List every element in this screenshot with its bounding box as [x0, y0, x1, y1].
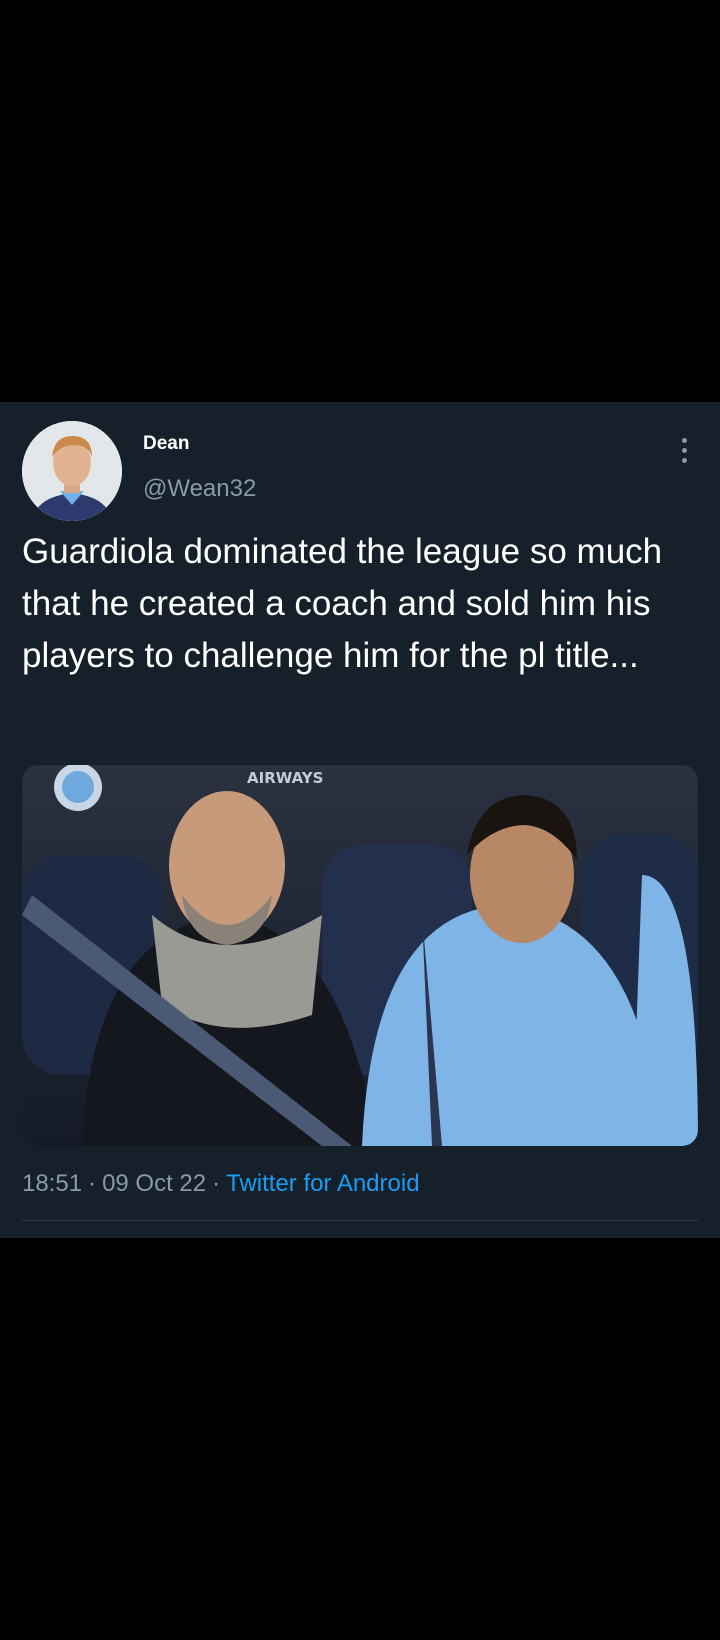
tweet-text: Guardiola dominated the league so much t… — [22, 532, 663, 675]
tweet-date: 09 Oct 22 — [102, 1170, 207, 1197]
meta-separator: · — [212, 1170, 221, 1197]
tweet-time: 18:51 — [22, 1170, 83, 1197]
avatar[interactable] — [22, 421, 122, 521]
author-display-name[interactable]: Dean — [143, 433, 189, 455]
tweet-meta: 18:51 · 09 Oct 22 · Twitter for Android — [22, 1170, 420, 1198]
tweet-source-link[interactable]: Twitter for Android — [226, 1170, 419, 1197]
more-dot — [681, 457, 687, 463]
author-handle[interactable]: @Wean32 — [143, 475, 256, 503]
more-dot — [681, 447, 687, 453]
divider — [22, 1220, 698, 1221]
more-options-icon[interactable] — [670, 432, 698, 468]
tweet-media-image[interactable]: AIRWAYS — [22, 765, 698, 1146]
more-dot — [681, 437, 687, 443]
screen: Dean @Wean32 Guardiola dominated the lea… — [0, 0, 720, 1640]
tweet-card[interactable]: Dean @Wean32 Guardiola dominated the lea… — [0, 402, 720, 1238]
media-banner-text: AIRWAYS — [247, 769, 323, 787]
meta-separator: · — [88, 1170, 97, 1197]
